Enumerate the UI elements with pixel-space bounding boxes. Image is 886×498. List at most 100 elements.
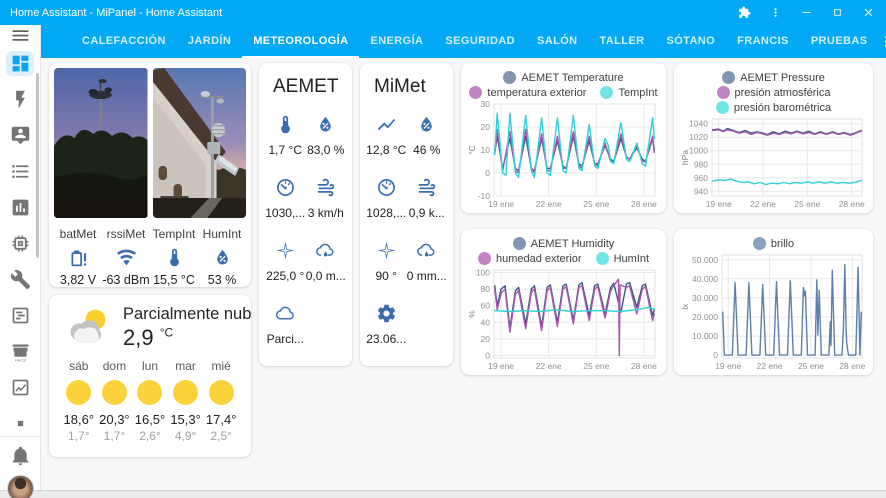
close-icon (864, 8, 873, 17)
legend-item: brillo (752, 237, 794, 250)
aemet-entity-5[interactable]: 0,0 m... (306, 240, 347, 283)
browser-menu-button[interactable] (760, 0, 791, 25)
forecast-day-dom: dom 20,3° 1,7° (97, 359, 133, 443)
svg-text:940: 940 (694, 186, 708, 196)
aemet-entity-1[interactable]: 83,0 % (306, 114, 347, 157)
aemet-entity-4[interactable]: 225,0 ° (265, 240, 306, 283)
sidebar-item-misc[interactable] (6, 411, 34, 436)
glance-entity-HumInt[interactable]: HumInt 53 % (198, 227, 246, 287)
tab-francis[interactable]: FRANCIS (726, 25, 800, 58)
maximize-button[interactable] (822, 0, 853, 25)
camera-image-1[interactable] (54, 68, 148, 218)
gauge-icon (377, 179, 395, 196)
aemet-entity-6[interactable]: Parci... (265, 303, 306, 346)
sidebar-item-grafana[interactable] (6, 375, 34, 400)
camera-image-2[interactable] (152, 68, 246, 218)
sidebar-item-hardware[interactable] (6, 231, 34, 256)
sidebar-scrollbar[interactable] (36, 73, 39, 258)
sidebar-item-hacs[interactable]: HACS (6, 339, 34, 364)
svg-text:28 ene: 28 ene (839, 361, 865, 371)
box-gantt-icon (12, 307, 28, 324)
mimet-entity-3[interactable]: 0,9 k... (407, 177, 448, 220)
tab-list: CALEFACCIÓN JARDÍN METEOROLOGÍA ENERGÍA SEGU… (71, 25, 878, 58)
window-title: Home Assistant - MiPanel - Home Assistan… (10, 6, 223, 19)
forecast-high: 17,4° (205, 412, 237, 427)
entity-icon-wrap (306, 114, 347, 135)
tab-calefacción[interactable]: CALEFACCIÓN (71, 25, 177, 58)
forecast-high: 15,3° (170, 412, 201, 427)
close-button[interactable] (853, 0, 884, 25)
weather-forecast-card[interactable]: Parcialmente nub... 2,9 °C sáb 18,6° 1,7… (49, 295, 251, 457)
aemet-entity-2[interactable]: 1030,... (265, 177, 306, 220)
temperature-chart-card[interactable]: AEMET Temperature temperatura exterior T… (461, 63, 666, 213)
chart-legend: AEMET Humidity humedad exterior HumInt (467, 237, 660, 265)
aemet-pressure-graph: 940 960 980 1000 1020 1040 19 ene 22 ene 25 ene 2… (680, 114, 867, 210)
sidebar-item-map[interactable] (6, 123, 34, 148)
mimet-entity-0[interactable]: 12,8 °C (366, 114, 407, 157)
svg-text:22 ene: 22 ene (536, 199, 562, 209)
cloud-icon (275, 306, 294, 320)
extensions-button[interactable] (729, 0, 760, 25)
aemet-entity-0[interactable]: 1,7 °C (265, 114, 306, 157)
tab-jardín[interactable]: JARDÍN (177, 25, 242, 58)
aemet-entity-3[interactable]: 3 km/h (306, 177, 347, 220)
sidebar-item-logbook[interactable] (6, 159, 34, 184)
mimet-entity-2[interactable]: 1028,... (366, 177, 407, 220)
thermometer-icon (280, 115, 290, 134)
tab-taller[interactable]: TALLER (589, 25, 656, 58)
entity-value: 46 % (413, 143, 441, 157)
chart-legend: AEMET Temperature temperatura exterior T… (467, 71, 660, 99)
sidebar-item-tools[interactable] (6, 267, 34, 292)
tab-meteorología[interactable]: METEOROLOGÍA (242, 25, 360, 58)
tab-salón[interactable]: SALÓN (526, 25, 589, 58)
tooltip-account-icon (11, 126, 29, 145)
gauge-icon (276, 179, 294, 196)
tab-pruebas[interactable]: PRUEBAS (800, 25, 879, 58)
partly-cloudy-glyph (70, 309, 106, 344)
camera-row (54, 68, 246, 218)
water-percent-icon (216, 249, 228, 265)
forecast-day-label: lun (141, 359, 158, 373)
sidebar-menu-button[interactable] (0, 25, 40, 46)
legend-color-dot (715, 101, 729, 114)
mimet-entity-5[interactable]: 0 mm... (407, 240, 448, 283)
sidebar-item-overview[interactable] (6, 51, 34, 76)
forecast-low: 2,6° (139, 429, 161, 443)
pressure-chart-card[interactable]: AEMET Pressure presión atmosférica presi… (674, 63, 873, 213)
entity-value: 1,7 °C (268, 143, 302, 157)
sidebar-item-energy[interactable] (6, 87, 34, 112)
svg-text:20: 20 (481, 122, 491, 132)
horizontal-scrollbar[interactable] (0, 490, 886, 498)
user-avatar[interactable] (6, 475, 34, 498)
glance-entity-batMet[interactable]: batMet 3,82 V (54, 227, 102, 287)
minimize-button[interactable] (791, 0, 822, 25)
svg-text:28 ene: 28 ene (839, 199, 865, 209)
glance-entity-rssiMet[interactable]: rssiMet -63 dBm (102, 227, 150, 287)
entity-label: rssiMet (106, 227, 146, 241)
sidebar-item-history[interactable] (6, 195, 34, 220)
humidity-chart-card[interactable]: AEMET Humidity humedad exterior HumInt 0… (461, 229, 666, 375)
entity-icon-wrap (407, 177, 448, 198)
tab-sótano[interactable]: SÓTANO (655, 25, 726, 58)
tab-energía[interactable]: ENERGÍA (359, 25, 434, 58)
sunny-icon (101, 380, 127, 405)
legend-item: humedad exterior (477, 252, 582, 265)
entity-icon-wrap (265, 177, 306, 198)
legend-label: AEMET Humidity (530, 237, 615, 250)
mimet-entity-4[interactable]: 90 ° (366, 240, 407, 283)
column-4: AEMET Temperature temperatura exterior T… (461, 63, 666, 375)
chart-legend: AEMET Pressure presión atmosférica presi… (680, 71, 867, 114)
notifications-button[interactable] (6, 443, 34, 468)
mimet-entity-6[interactable]: 23.06... (366, 303, 407, 346)
svg-text:28 ene: 28 ene (631, 361, 657, 371)
partly-cloudy-icon (61, 305, 113, 351)
tab-seguridad[interactable]: SEGURIDAD (434, 25, 526, 58)
mimet-entity-1[interactable]: 46 % (407, 114, 448, 157)
entity-value: 3,82 V (59, 273, 97, 287)
maximize-icon (834, 9, 841, 16)
glance-entity-TempInt[interactable]: TempInt 15,5 °C (150, 227, 198, 287)
dashboard-menu-button[interactable] (878, 33, 886, 50)
brightness-chart-card[interactable]: brillo 0 10.000 20.000 30.000 40.000 50.000 19… (674, 229, 873, 375)
sidebar-item-logs[interactable] (6, 303, 34, 328)
sunny-icon (208, 380, 234, 405)
